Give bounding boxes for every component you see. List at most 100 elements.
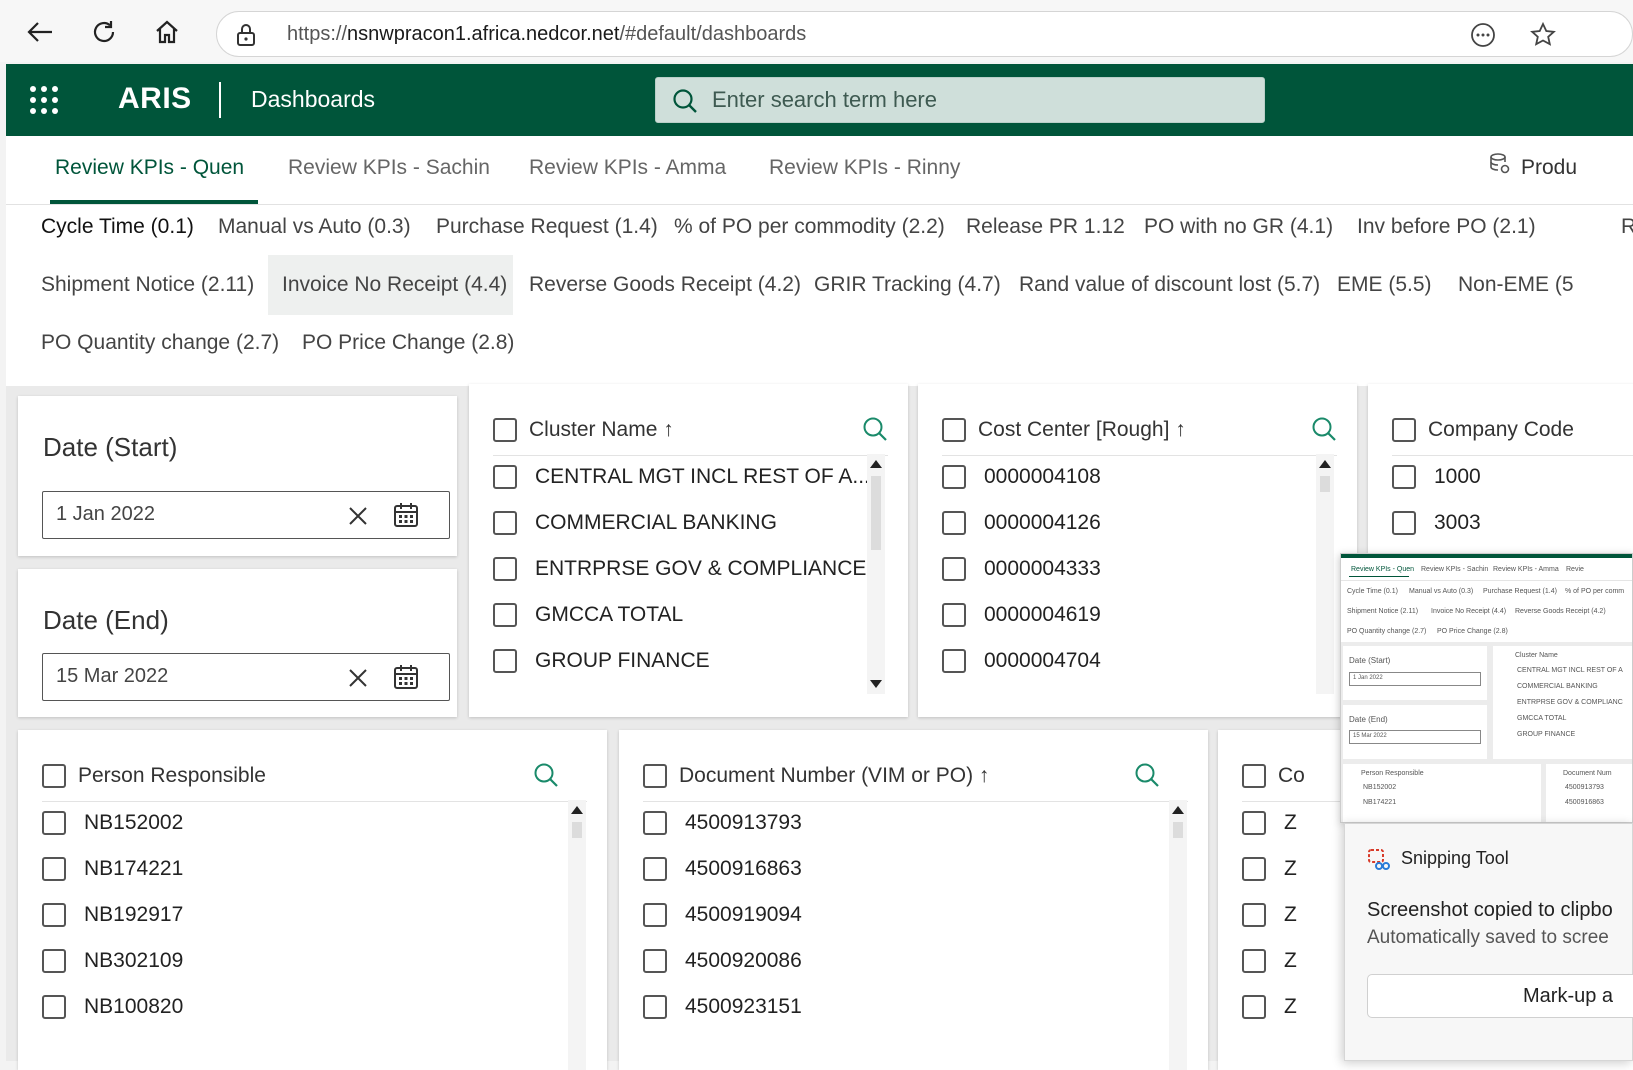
- favorite-star-icon: [1530, 22, 1556, 46]
- thumb-text: ENTRPRSE GOV & COMPLIANC: [1517, 699, 1623, 706]
- search-icon: [534, 763, 558, 787]
- thumb-text: Review KPIs - Quen: [1351, 566, 1415, 573]
- cost-center-title: Cost Center [Rough] ↑: [978, 418, 1186, 441]
- thumb-text: PO Price Change (2.8): [1437, 628, 1508, 635]
- thumb-text: Date (End): [1349, 715, 1388, 724]
- brand-logo: ARIS: [118, 82, 192, 115]
- date-end-field[interactable]: 15 Mar 2022: [42, 653, 450, 701]
- tab-review-kpis-amma[interactable]: Review KPIs - Amma: [529, 156, 726, 180]
- thumb-text: Review KPIs - Amma: [1493, 566, 1559, 573]
- more-options-icon: [1471, 23, 1495, 47]
- thumb-text: Shipment Notice (2.11): [1347, 608, 1419, 615]
- screenshot-thumbnail[interactable]: Review KPIs - Quen Review KPIs - Sachin …: [1340, 553, 1633, 823]
- subtab-manual-vs-auto[interactable]: Manual vs Auto (0.3): [204, 197, 425, 257]
- cost-center-card: Cost Center [Rough] ↑ 0000004108 0000004…: [918, 384, 1357, 717]
- thumb-text: Manual vs Auto (0.3): [1409, 588, 1474, 595]
- search-input[interactable]: [712, 78, 1252, 122]
- subtab-po-price-change[interactable]: PO Price Change (2.8): [288, 313, 528, 373]
- clear-icon: [349, 507, 367, 525]
- thumb-text: Review KPIs - Sachin: [1421, 566, 1489, 573]
- person-responsible-card: Person Responsible NB152002 NB174221 NB1…: [18, 730, 607, 1070]
- person-title: Person Responsible: [78, 764, 266, 787]
- subtab-grir-tracking[interactable]: GRIR Tracking (4.7): [800, 255, 1015, 315]
- refresh-button[interactable]: [86, 14, 122, 50]
- subtab-reverse-goods-receipt[interactable]: Reverse Goods Receipt (4.2): [515, 255, 815, 315]
- thumb-text: Person Responsible: [1361, 770, 1424, 777]
- app-name: Dashboards: [251, 86, 376, 112]
- subtab-eme[interactable]: EME (5.5): [1323, 255, 1446, 315]
- subtab-po-quantity-change[interactable]: PO Quantity change (2.7): [27, 313, 293, 373]
- notification-app-name: Snipping Tool: [1401, 848, 1509, 868]
- date-end-card: Date (End) 15 Mar 2022: [18, 569, 457, 717]
- document-scrollbar[interactable]: [1169, 800, 1187, 1070]
- select-all-checkbox[interactable]: [1242, 764, 1266, 788]
- back-arrow-icon: [27, 22, 52, 42]
- subtab-invoice-no-receipt[interactable]: Invoice No Receipt (4.4): [268, 255, 513, 315]
- company-code-list-header: Company Code: [1392, 412, 1633, 456]
- subtab-non-eme[interactable]: Non-EME (5: [1444, 255, 1588, 315]
- search-icon: [673, 89, 697, 113]
- back-button[interactable]: [22, 14, 58, 50]
- date-start-value: 1 Jan 2022: [56, 503, 155, 525]
- date-end-title: Date (End): [43, 605, 169, 635]
- notification-subtext: Automatically saved to scree: [1367, 927, 1609, 948]
- clear-icon: [349, 669, 367, 687]
- select-all-checkbox[interactable]: [1392, 418, 1416, 442]
- thumb-text: 4500916863: [1565, 799, 1604, 806]
- thumb-text: Date (Start): [1349, 656, 1391, 665]
- subtab-cycle-time[interactable]: Cycle Time (0.1): [27, 197, 208, 257]
- thumb-text: NB152002: [1363, 784, 1397, 791]
- thumb-text: 1 Jan 2022: [1353, 675, 1383, 681]
- markup-button[interactable]: Mark-up a: [1367, 974, 1633, 1018]
- select-all-checkbox[interactable]: [42, 764, 66, 788]
- database-settings-icon: [1490, 153, 1510, 174]
- lock-icon: [237, 24, 255, 46]
- cost-center-list-header: Cost Center [Rough] ↑: [942, 412, 1337, 456]
- document-number-card: Document Number (VIM or PO) ↑ 4500913793…: [619, 730, 1208, 1070]
- date-end-value: 15 Mar 2022: [56, 665, 169, 687]
- subtab-discount-lost[interactable]: Rand value of discount lost (5.7): [1005, 255, 1334, 315]
- cost-center-scrollbar[interactable]: [1316, 454, 1334, 694]
- subtab-shipment-notice[interactable]: Shipment Notice (2.11): [27, 255, 268, 315]
- tab-review-kpis-quen[interactable]: Review KPIs - Quen: [55, 156, 244, 180]
- date-start-card: Date (Start) 1 Jan 2022: [18, 396, 457, 556]
- brand-separator: [219, 82, 221, 118]
- thumb-text: 4500913793: [1565, 784, 1604, 791]
- tab-review-kpis-sachin[interactable]: Review KPIs - Sachin: [288, 156, 490, 180]
- address-bar[interactable]: https://nsnwpracon1.africa.nedcor.net/#d…: [216, 11, 1633, 57]
- thumb-text: 15 Mar 2022: [1353, 733, 1387, 739]
- browser-toolbar: https://nsnwpracon1.africa.nedcor.net/#d…: [0, 0, 1633, 62]
- select-all-checkbox[interactable]: [493, 418, 517, 442]
- tab-review-kpis-rinny[interactable]: Review KPIs - Rinny: [769, 156, 960, 180]
- thumb-text: Invoice No Receipt (4.4): [1431, 608, 1507, 615]
- cluster-scrollbar[interactable]: [867, 454, 885, 694]
- search-icon: [863, 417, 887, 441]
- app-launcher-icon[interactable]: [30, 86, 58, 114]
- subtab-inv-before-po[interactable]: Inv before PO (2.1): [1343, 197, 1550, 257]
- snipping-tool-notification[interactable]: Snipping Tool Screenshot copied to clipb…: [1344, 823, 1633, 1061]
- notification-message: Screenshot copied to clipbo: [1367, 899, 1613, 921]
- select-all-checkbox[interactable]: [643, 764, 667, 788]
- subtab-po-per-commodity[interactable]: % of PO per commodity (2.2): [660, 197, 959, 257]
- cluster-name-card: Cluster Name ↑ CENTRAL MGT INCL REST OF …: [469, 384, 908, 717]
- global-search[interactable]: [655, 77, 1265, 123]
- thumb-text: PO Quantity change (2.7): [1347, 628, 1427, 635]
- url-text: https://nsnwpracon1.africa.nedcor.net/#d…: [287, 23, 807, 45]
- subtab-release-pr[interactable]: Release PR 1.12: [952, 197, 1139, 257]
- document-title: Document Number (VIM or PO) ↑: [679, 764, 990, 787]
- subtab-po-no-gr[interactable]: PO with no GR (4.1): [1130, 197, 1347, 257]
- date-start-field[interactable]: 1 Jan 2022: [42, 491, 450, 539]
- calendar-icon: [394, 503, 418, 527]
- cluster-title: Cluster Name ↑: [529, 418, 674, 441]
- home-button[interactable]: [149, 14, 185, 50]
- select-all-checkbox[interactable]: [942, 418, 966, 442]
- thumb-text: % of PO per comm: [1565, 588, 1625, 595]
- dashboard-tabs: Review KPIs - Quen Review KPIs - Sachin …: [6, 136, 1633, 205]
- person-scrollbar[interactable]: [568, 800, 586, 1070]
- thumb-text: Cluster Name: [1515, 652, 1558, 659]
- thumb-text: COMMERCIAL BANKING: [1517, 683, 1598, 690]
- subtab-truncated[interactable]: R: [1607, 197, 1633, 257]
- tab-produ[interactable]: Produ: [1521, 156, 1577, 180]
- subtab-purchase-request[interactable]: Purchase Request (1.4): [422, 197, 672, 257]
- document-list-header: Document Number (VIM or PO) ↑: [643, 758, 1188, 802]
